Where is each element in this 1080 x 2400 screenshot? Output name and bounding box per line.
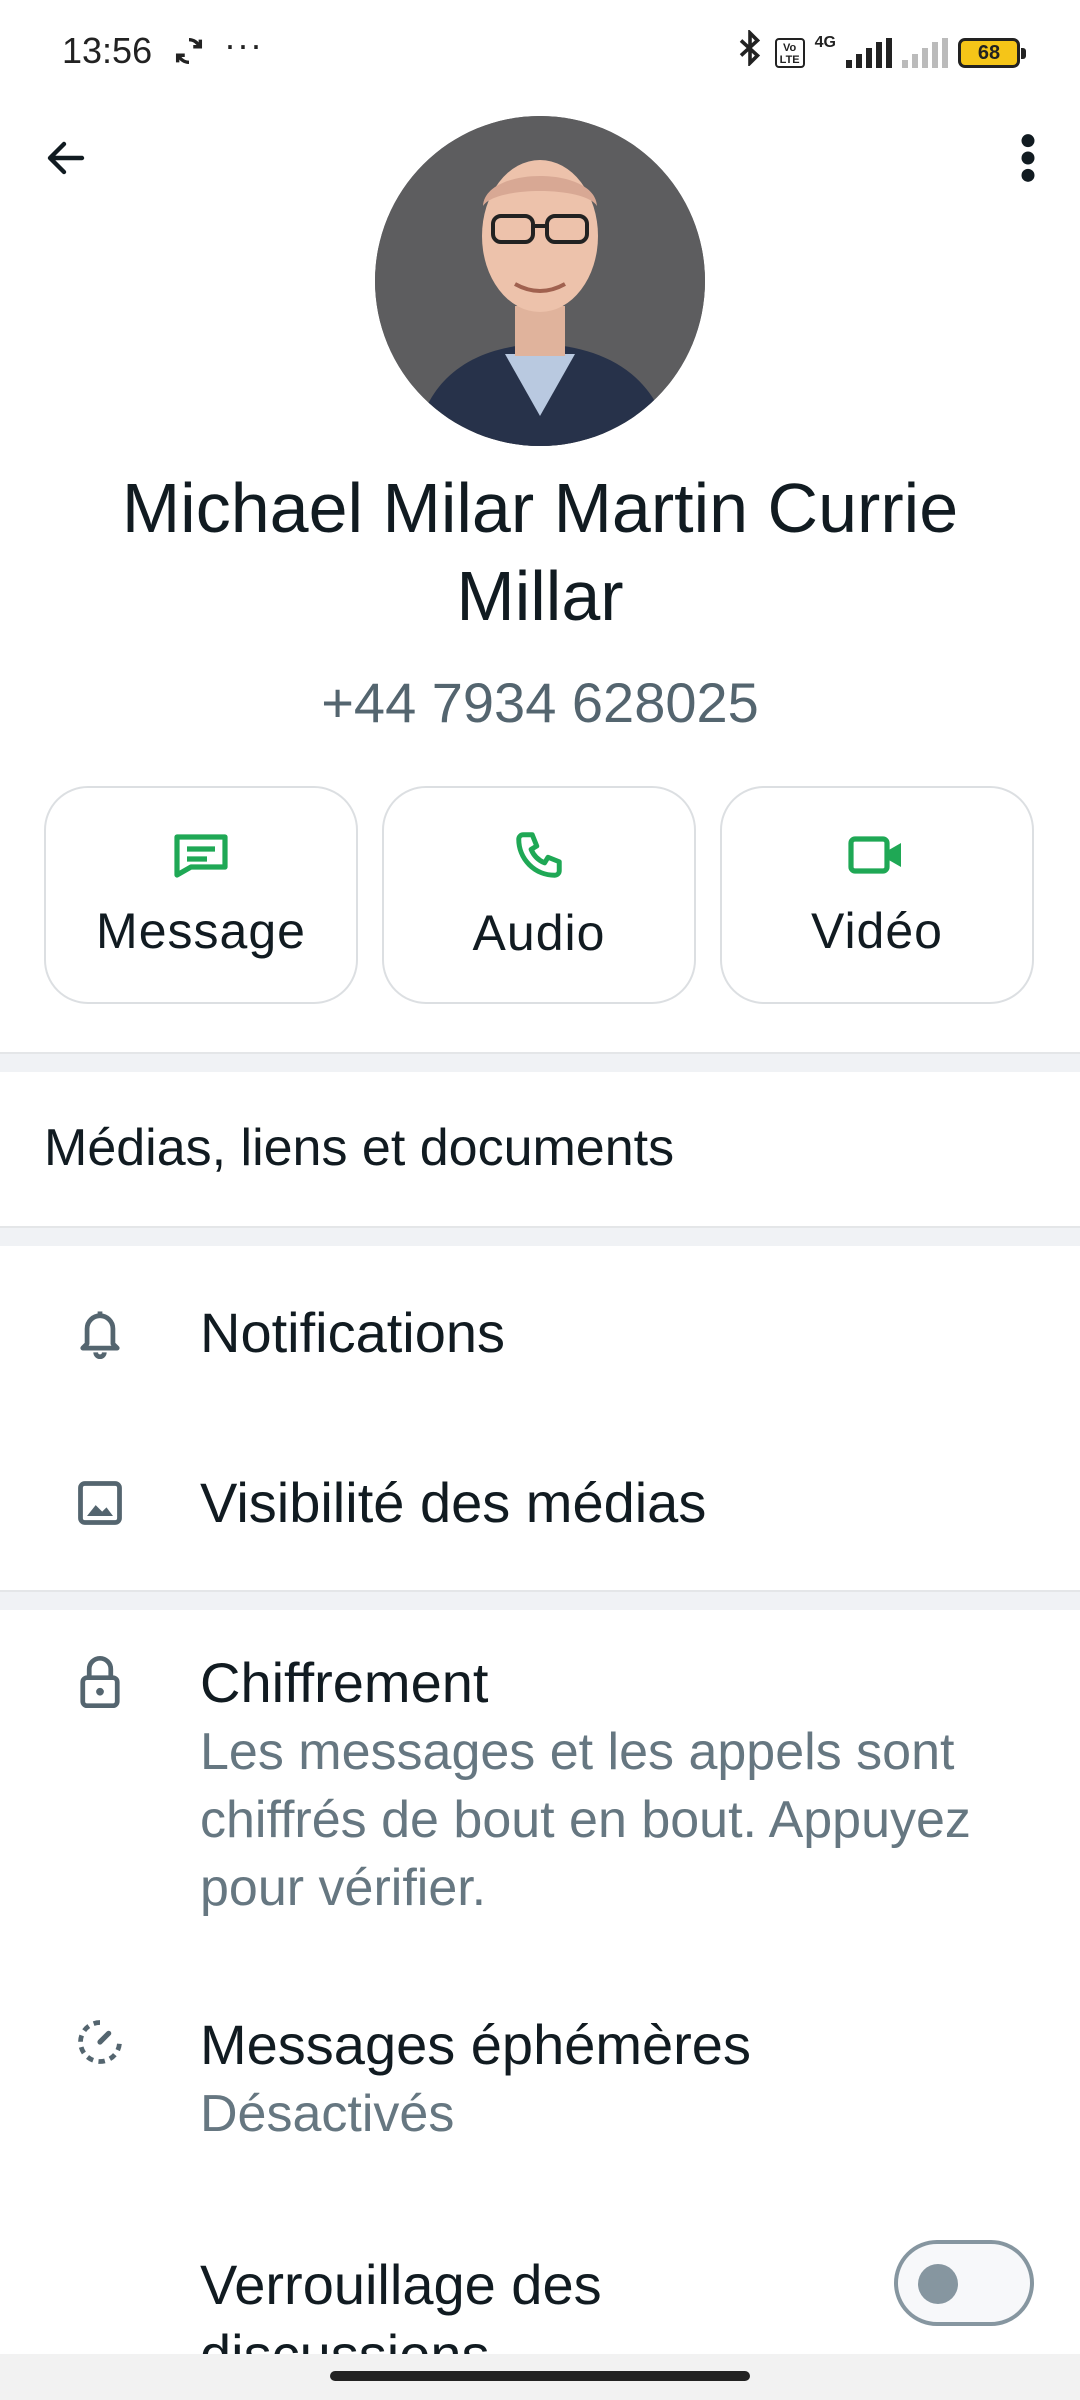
video-icon [848, 836, 901, 874]
notifications-label: Notifications [200, 1301, 506, 1364]
toggle-knob [918, 2264, 958, 2304]
contact-avatar[interactable] [375, 116, 705, 446]
encryption-subtitle: Les messages et les appels sont chiffrés… [200, 1723, 971, 1917]
media-links-docs-row[interactable]: Médias, liens et documents [0, 1072, 1080, 1224]
disappearing-messages-title: Messages éphémères [200, 2013, 751, 2076]
home-gesture-handle[interactable] [330, 2371, 750, 2381]
sync-icon [172, 34, 206, 73]
timer-icon [0, 2010, 200, 2068]
more-options-button[interactable] [996, 126, 1060, 190]
media-visibility-label: Visibilité des médias [200, 1471, 707, 1534]
lock-icon [0, 1648, 200, 1710]
chat-lock-toggle[interactable] [894, 2240, 1034, 2326]
section-divider [0, 1226, 1080, 1246]
encryption-row[interactable]: Chiffrement Les messages et les appels s… [0, 1648, 1080, 1922]
video-label: Vidéo [811, 903, 943, 959]
section-divider [0, 1052, 1080, 1072]
status-time: 13:56 [62, 30, 153, 71]
message-button[interactable]: Message [44, 786, 358, 1004]
arrow-left-icon [47, 141, 85, 175]
signal-no-service-icon [902, 37, 948, 68]
notifications-row[interactable]: Notifications [0, 1248, 1080, 1418]
phone-icon [516, 832, 562, 878]
audio-call-button[interactable]: Audio [382, 786, 696, 1004]
network-type: 4G [814, 33, 836, 51]
media-visibility-row[interactable]: Visibilité des médias [0, 1418, 1080, 1588]
disappearing-messages-row[interactable]: Messages éphémères Désactivés [0, 2010, 1080, 2148]
disappearing-messages-status: Désactivés [200, 2085, 455, 2143]
audio-label: Audio [472, 905, 606, 961]
message-icon [174, 834, 228, 878]
more-notifications-icon: ··· [224, 24, 263, 65]
back-button[interactable] [34, 126, 98, 190]
volte-icon: Vo LTE [774, 37, 805, 68]
media-links-docs-label: Médias, liens et documents [44, 1119, 675, 1177]
message-label: Message [96, 903, 306, 959]
bell-icon [0, 1305, 200, 1361]
section-divider [0, 1590, 1080, 1610]
image-icon [0, 1477, 200, 1529]
contact-name: Michael Milar Martin Currie Millar [121, 469, 959, 635]
status-indicators: Vo LTE 4G 68 [735, 28, 1026, 75]
action-buttons: Message Audio Vidéo [44, 786, 1036, 1004]
signal-strength-icon [846, 37, 892, 68]
battery-icon: 68 [958, 37, 1026, 68]
video-call-button[interactable]: Vidéo [720, 786, 1034, 1004]
more-vertical-icon [1021, 134, 1035, 182]
encryption-title: Chiffrement [200, 1651, 489, 1714]
bluetooth-icon [735, 28, 765, 75]
contact-phone: +44 7934 628025 [321, 671, 759, 734]
